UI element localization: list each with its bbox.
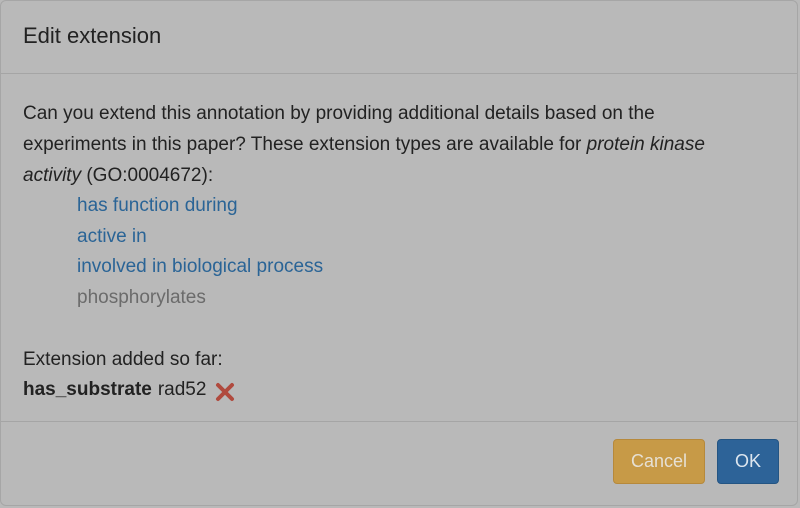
extension-type-disabled-label: phosphorylates: [77, 286, 206, 308]
extension-type-list: has function during active in involved i…: [23, 191, 775, 313]
intro-paragraph: Can you extend this annotation by provid…: [23, 98, 753, 191]
dialog-title: Edit extension: [23, 23, 162, 48]
ok-button[interactable]: OK: [717, 439, 779, 484]
extension-type-link[interactable]: has function during: [77, 195, 238, 216]
term-id: (GO:0004672):: [81, 165, 214, 186]
added-heading: Extension added so far:: [23, 349, 223, 370]
extension-relation: has_substrate: [23, 379, 152, 400]
added-extensions-section: Extension added so far: has_substrate ra…: [23, 345, 775, 405]
extension-type-link[interactable]: involved in biological process: [77, 256, 323, 277]
dialog-header: Edit extension: [1, 1, 797, 74]
extension-type-item[interactable]: involved in biological process: [77, 252, 775, 283]
intro-text: Can you extend this annotation by provid…: [23, 103, 655, 155]
extension-type-item[interactable]: active in: [77, 222, 775, 253]
extension-value: rad52: [157, 379, 207, 400]
edit-extension-dialog: Edit extension Can you extend this annot…: [0, 0, 798, 506]
dialog-body: Can you extend this annotation by provid…: [1, 74, 797, 422]
dialog-footer: Cancel OK: [1, 419, 797, 505]
extension-type-item[interactable]: has function during: [77, 191, 775, 222]
remove-x-icon[interactable]: [214, 381, 236, 403]
extension-type-link[interactable]: active in: [77, 226, 147, 247]
extension-type-item-disabled: phosphorylates: [77, 283, 775, 314]
added-extension-row: has_substrate rad52: [23, 375, 775, 405]
cancel-button[interactable]: Cancel: [613, 439, 705, 484]
